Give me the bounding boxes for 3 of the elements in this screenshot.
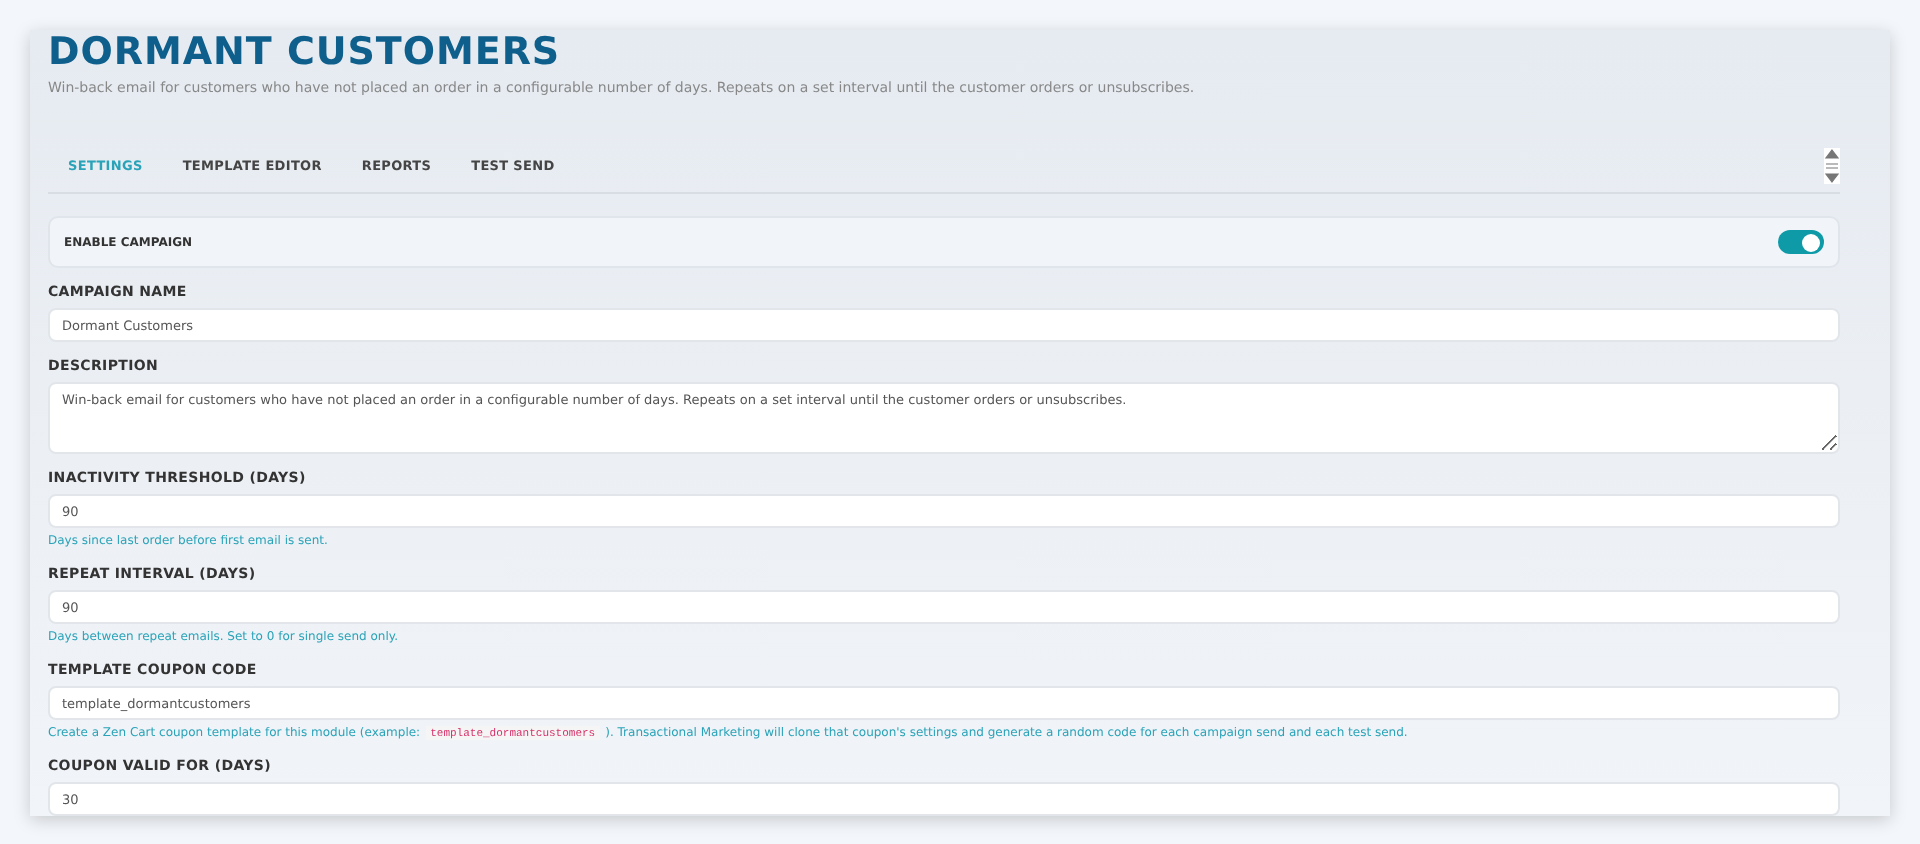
scroll-arrows-icon[interactable] <box>1824 148 1840 184</box>
toggle-switch[interactable] <box>1778 230 1824 254</box>
page-title: DORMANT CUSTOMERS <box>48 30 563 74</box>
